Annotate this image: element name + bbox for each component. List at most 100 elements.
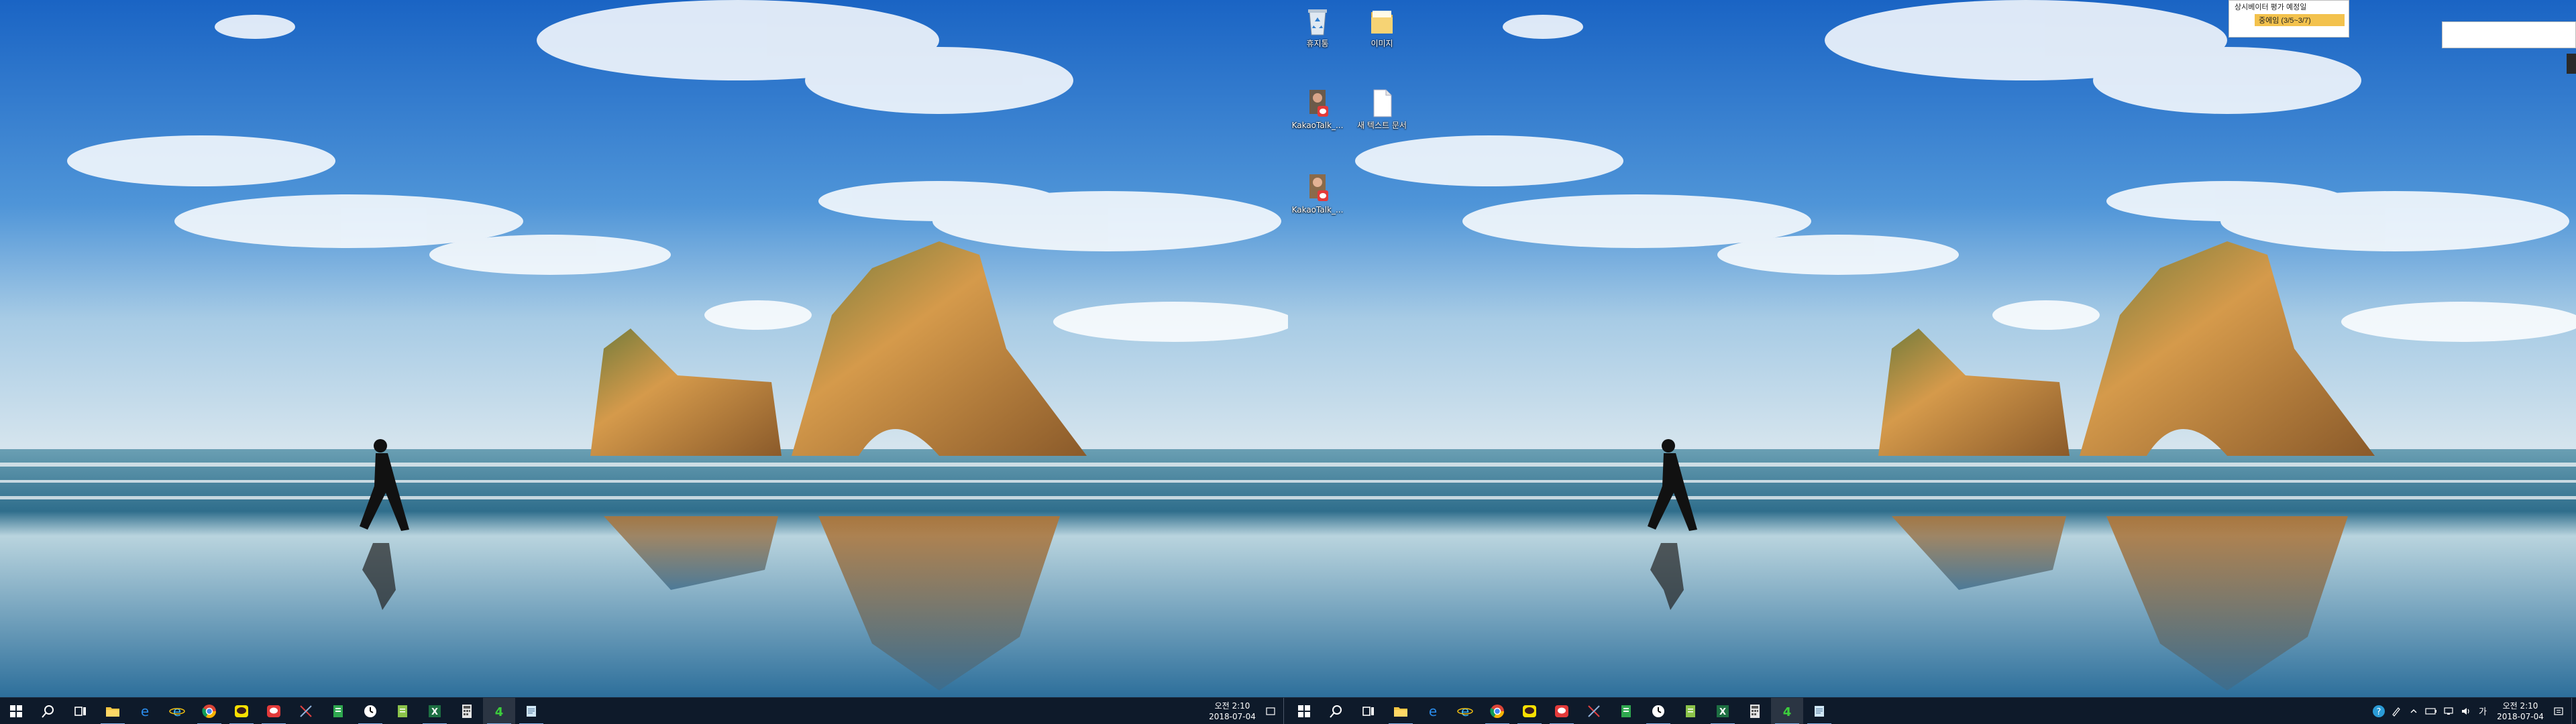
kakaotalk-image-icon [1309,174,1328,201]
desktop-icon-recycle-bin[interactable]: 휴지통 [1289,5,1346,49]
notepad-button[interactable] [515,698,547,724]
show-desktop-button[interactable] [2571,697,2576,724]
svg-text:4: 4 [495,705,504,719]
notepad-icon [1815,705,1824,717]
chrome-button[interactable] [1481,698,1513,724]
snipping-tool-icon [300,705,312,717]
hancom-icon: 4 [495,705,504,719]
clock-app-icon [364,705,376,717]
kakaotalk-image-icon [1309,90,1328,117]
pen-button[interactable] [2387,698,2405,724]
file-explorer-icon [1394,707,1407,717]
kakaotalk-button[interactable] [225,698,258,724]
start-button[interactable] [1288,698,1320,724]
excel-icon: X [1717,705,1729,717]
speaker-icon [2462,707,2469,715]
desktop-icon-label: KakaoTalk_... [1291,121,1344,130]
search-button[interactable] [32,698,64,724]
chevron-up-icon [2410,709,2417,713]
kakaotalk-button[interactable] [1513,698,1546,724]
text-document-icon [1373,89,1392,117]
blank-popup-window[interactable] [2442,21,2576,48]
clock-app-button[interactable] [1642,698,1674,724]
hancom-button[interactable]: 4 [483,697,515,724]
svg-text:?: ? [2377,707,2381,717]
document-app-button[interactable] [1674,698,1707,724]
note-highlight: 중에임 (3/5~3/7) [2255,14,2345,26]
pen-icon [2392,707,2400,717]
calculator-button[interactable] [451,698,483,724]
desktop-icon-label: KakaoTalk_... [1291,205,1344,215]
note-title: 상시베이터 평가 예정일 [2235,3,2307,11]
start-button[interactable] [0,698,32,724]
system-tray-right: ? 가 오전 2:10 2018-07-04 [2370,697,2576,724]
chrome-button[interactable] [193,698,225,724]
internet-explorer-button[interactable]: e [1449,698,1481,724]
snipping-tool-button[interactable] [1578,698,1610,724]
clock[interactable]: 오전 2:10 2018-07-04 [2491,701,2550,722]
svg-text:X: X [431,707,438,717]
clock-app-icon [1652,705,1664,717]
notification-button[interactable] [2550,698,2567,724]
kakaotalk-red-icon [1555,705,1568,717]
calculator-icon [1750,704,1760,718]
file-explorer-icon [106,707,119,717]
kakaotalk-icon [1523,705,1536,717]
desktop-icon-label: 휴지통 [1306,39,1329,48]
clock-app-button[interactable] [354,698,386,724]
snipping-tool-icon [1588,705,1600,717]
sheet-app-button[interactable] [1610,698,1642,724]
file-explorer-button[interactable] [97,698,129,724]
left-monitor: e e X 4 오전 2:10 2018-07-04 [0,0,1288,724]
sheet-app-button[interactable] [322,698,354,724]
start-icon [1298,705,1310,717]
svg-text:e: e [173,703,181,719]
battery-button[interactable] [2422,698,2440,724]
clock-time: 오전 2:10 [1214,701,1250,711]
hancom-button[interactable]: 4 [1771,697,1803,724]
internet-explorer-button[interactable]: e [161,698,193,724]
clock-date: 2018-07-04 [2497,711,2544,721]
svg-text:e: e [1461,703,1469,719]
excel-button[interactable]: X [419,698,451,724]
svg-text:X: X [1719,707,1726,717]
desktop-icon-new-text-document[interactable]: 새 텍스트 문서 [1354,87,1410,131]
edge-button[interactable]: e [1417,698,1449,724]
system-tray-left: 오전 2:10 2018-07-04 [1203,697,1288,724]
task-view-button[interactable] [64,698,97,724]
desktop-wallpaper [0,0,1288,697]
edge-button[interactable]: e [129,698,161,724]
search-button[interactable] [1320,698,1352,724]
floating-note-window[interactable]: 상시베이터 평가 예정일 중에임 (3/5~3/7) [2229,0,2349,38]
document-app-button[interactable] [386,698,419,724]
network-button[interactable] [2440,698,2457,724]
file-explorer-button[interactable] [1385,698,1417,724]
snipping-tool-button[interactable] [290,698,322,724]
volume-button[interactable] [2457,698,2475,724]
desktop-icon-kakaotalk-2[interactable]: KakaoTalk_... [1289,172,1346,215]
hidden-icons-button[interactable] [2405,698,2422,724]
search-icon [42,705,54,718]
kakaotalk-red-button[interactable] [258,698,290,724]
clock[interactable]: 오전 2:10 2018-07-04 [1203,701,1262,722]
notification-button[interactable] [1262,698,1279,724]
ime-indicator[interactable]: 가 [2475,705,2491,717]
desktop-icon-label: 이미지 [1371,39,1393,48]
document-app-icon [398,705,407,717]
taskbar-right: e e X 4 ? 가 오전 2:10 2018-07-04 [1288,697,2576,724]
excel-button[interactable]: X [1707,698,1739,724]
kakaotalk-red-button[interactable] [1546,698,1578,724]
desktop-wallpaper [1288,0,2576,697]
notepad-button[interactable] [1803,698,1835,724]
desktop-icon-kakaotalk-1[interactable]: KakaoTalk_... [1289,87,1346,131]
excel-icon: X [429,705,441,717]
show-desktop-button[interactable] [1283,697,1288,724]
edge-side-tab[interactable] [2567,54,2576,74]
desktop-icon-images-folder[interactable]: 이미지 [1354,5,1410,49]
task-view-button[interactable] [1352,698,1385,724]
help-button[interactable]: ? [2370,698,2387,724]
task-view-icon [74,706,86,716]
edge-icon: e [1429,703,1437,719]
calculator-button[interactable] [1739,698,1771,724]
clock-date: 2018-07-04 [1209,711,1256,721]
